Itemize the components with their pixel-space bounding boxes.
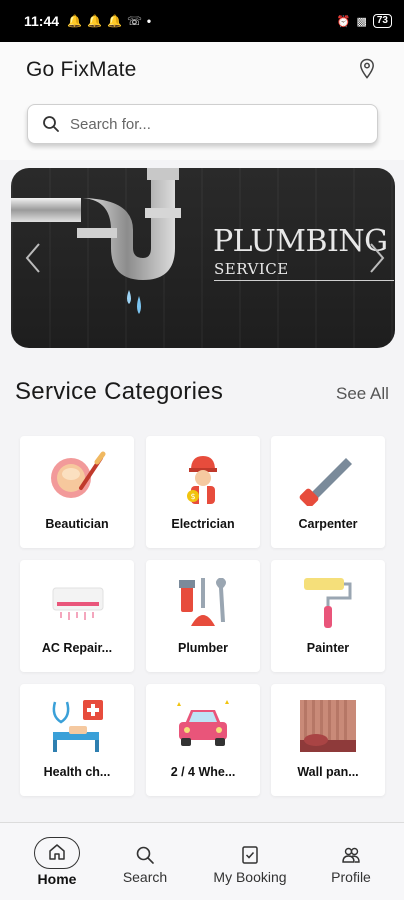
category-card[interactable]: AC Repair... [20,560,134,672]
category-label: 2 / 4 Whe... [170,765,236,779]
category-card[interactable]: Plumber [146,560,260,672]
wall-panel-icon [300,700,356,752]
whatsapp-icon: ☏ [126,14,142,28]
dot-icon: • [146,14,152,28]
app-title: Go FixMate [26,58,137,81]
nav-profile[interactable]: Profile [318,823,384,900]
notification-icon: 🔔 [87,14,102,28]
nav-search[interactable]: Search [110,823,180,900]
category-label: Carpenter [298,517,358,531]
search-bar[interactable] [27,104,378,144]
category-label: Wall pan... [297,765,359,779]
home-icon [49,844,65,860]
plumbing-tools-icon [179,578,226,626]
category-card[interactable]: Beautician [20,436,134,548]
category-label: AC Repair... [41,641,113,655]
status-right: ⏰ ▩ 73 [337,14,392,28]
notification-icons: 🔔 🔔 🔔 ☏ • [67,14,151,28]
status-left: 11:44 🔔 🔔 🔔 ☏ • [24,13,151,29]
category-card[interactable]: Carpenter [271,436,385,548]
app-header: Go FixMate [0,42,404,160]
paint-roller-icon [304,578,352,628]
status-bar: 11:44 🔔 🔔 🔔 ☏ • ⏰ ▩ 73 [0,0,404,42]
nav-my-booking[interactable]: My Booking [204,823,296,900]
battery-level: 73 [376,15,388,26]
profile-icon [342,847,360,863]
bottom-navigation: Home Search My Booking Profile [0,822,404,900]
makeup-compact-icon [51,451,106,498]
search-icon [43,116,59,132]
battery-icon: 73 [372,14,392,28]
nav-label: My Booking [213,869,287,885]
category-card[interactable]: 2 / 4 Whe... [146,684,260,796]
category-card[interactable]: Painter [271,560,385,672]
category-card[interactable]: Health ch... [20,684,134,796]
chevron-left-icon[interactable] [19,240,49,276]
saw-icon [299,458,352,506]
category-label: Beautician [45,517,109,531]
svg-text:$: $ [190,492,195,501]
air-conditioner-icon [52,587,104,620]
category-label: Electrician [171,517,235,531]
car-icon [177,700,229,746]
notification-icon: 🔔 [106,14,122,28]
banner-subtitle: SERVICE [214,260,289,278]
section-title: Service Categories [15,378,224,405]
location-pin-icon[interactable] [358,58,376,80]
search-icon [136,846,154,864]
nav-label: Home [37,871,77,887]
category-label: Plumber [177,641,228,655]
promo-banner[interactable]: PLUMBING SERVICE [11,168,395,348]
search-input[interactable] [70,115,330,133]
nav-label: Search [122,869,168,885]
category-label: Health ch... [43,765,111,779]
chevron-right-icon[interactable] [361,240,391,276]
category-card[interactable]: Wall pan... [271,684,385,796]
electrician-icon: $ [187,456,217,504]
nav-home[interactable]: Home [22,823,92,900]
see-all-link[interactable]: See All [336,384,389,404]
signal-icon: ▩ [356,15,367,28]
banner-divider [214,280,394,281]
category-label: Painter [306,641,350,655]
alarm-icon: ⏰ [336,15,351,28]
booking-icon [242,846,258,864]
notification-icon: 🔔 [67,14,82,28]
category-card[interactable]: $ Electrician [146,436,260,548]
health-checkup-icon [52,700,103,752]
status-time: 11:44 [24,13,60,29]
nav-label: Profile [331,869,371,885]
